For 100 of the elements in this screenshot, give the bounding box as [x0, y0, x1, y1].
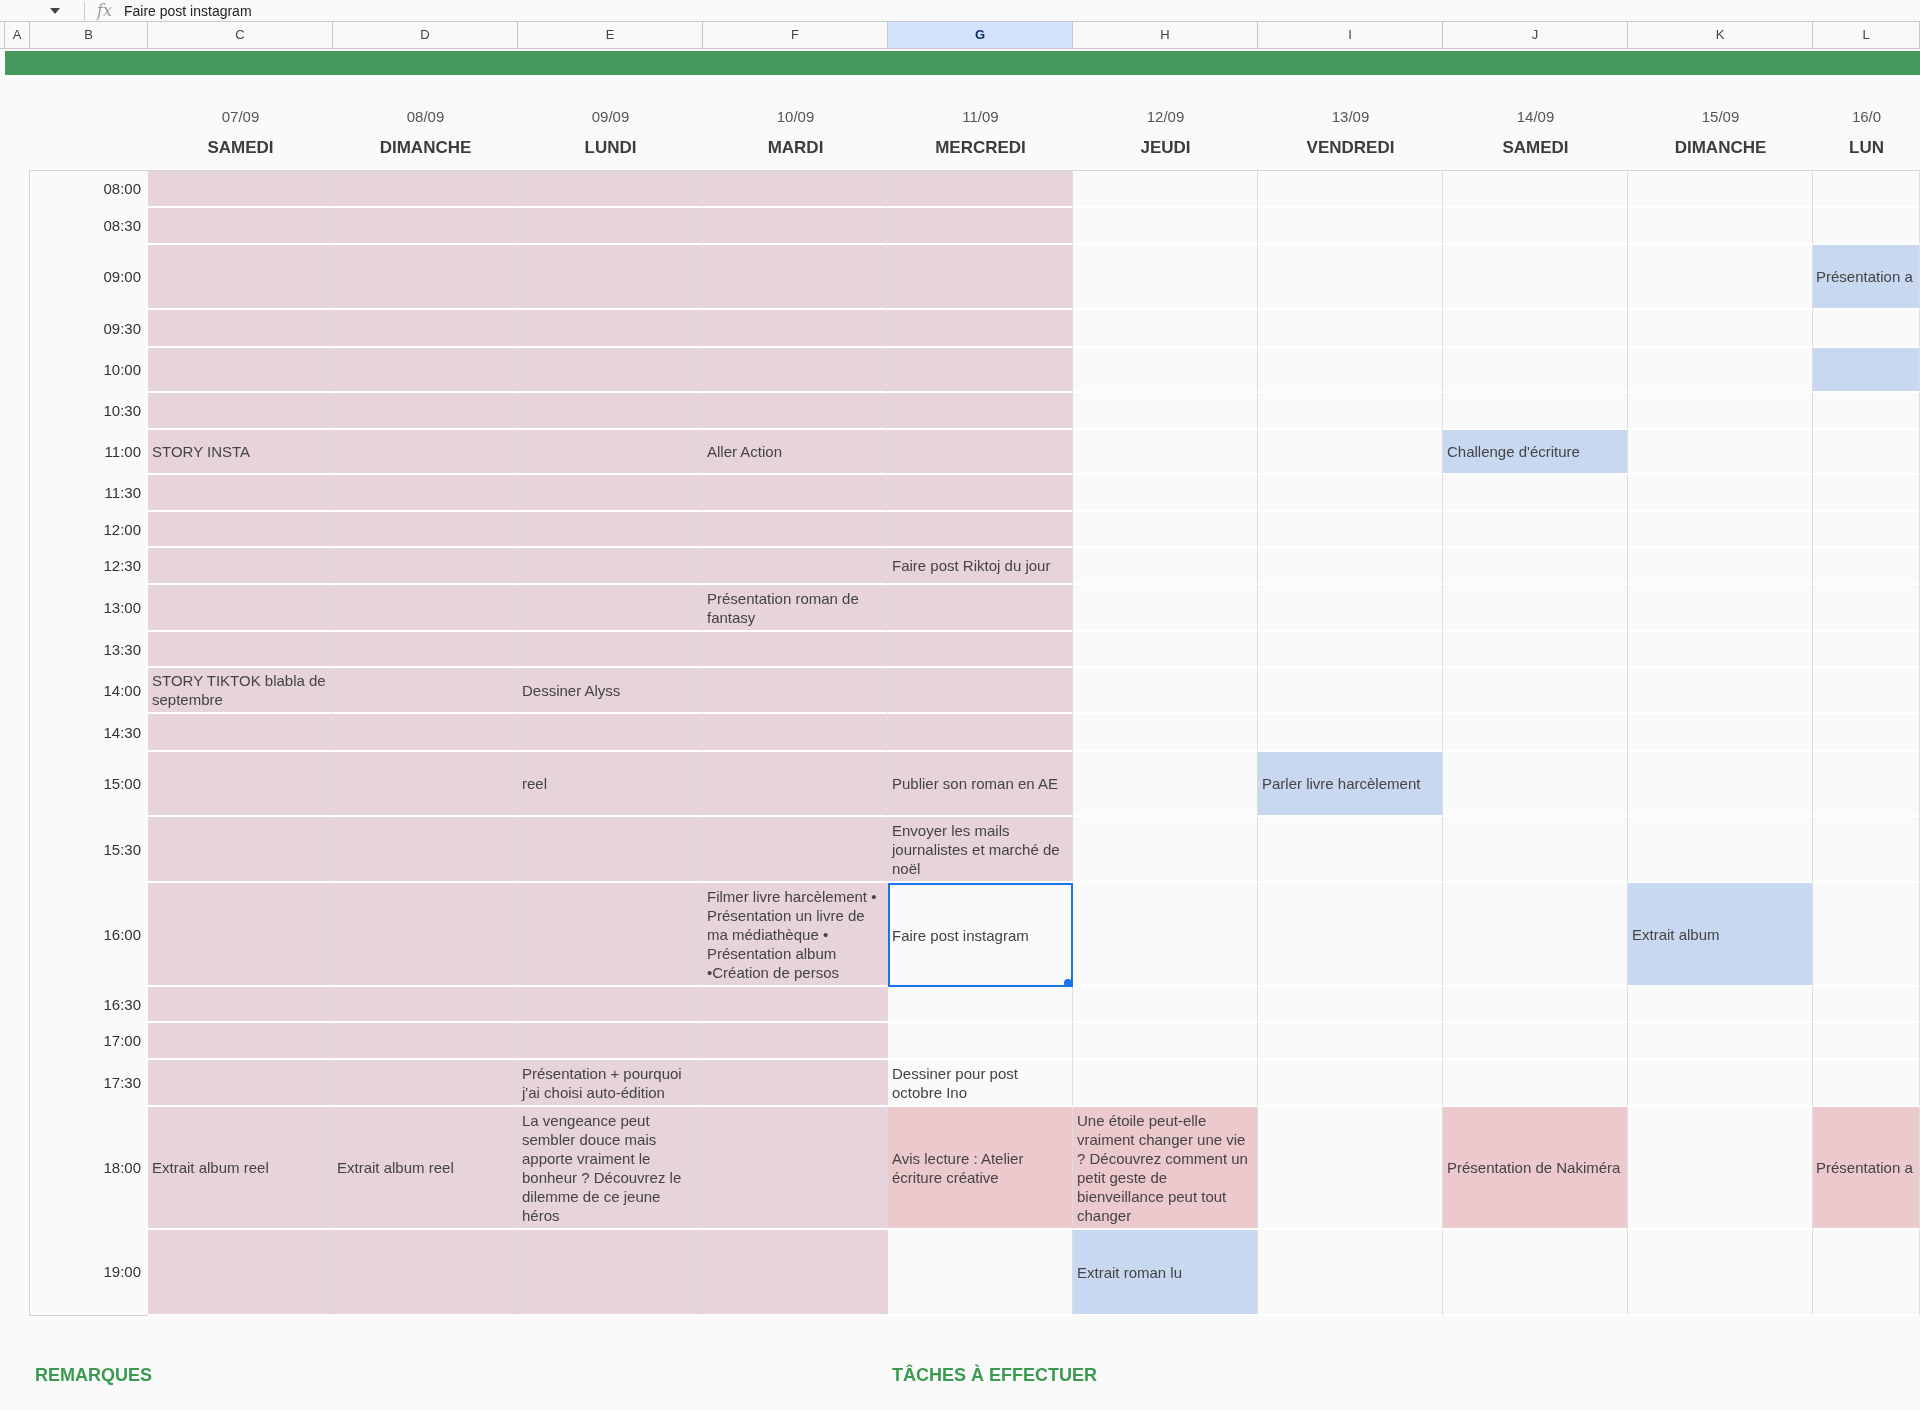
- spreadsheet-cell[interactable]: [1628, 310, 1813, 348]
- spreadsheet-cell[interactable]: La vengeance peut sembler douce mais apporte vraiment le bonheur ? Découvrez le dilemme de ce jeune héros: [518, 1107, 703, 1230]
- spreadsheet-cell[interactable]: [518, 475, 703, 512]
- spreadsheet-cell[interactable]: Filmer livre harcèlement • Présentation un livre de ma médiathèque • Présentation album •Création de persos: [703, 883, 888, 987]
- spreadsheet-cell[interactable]: Publier son roman en AE: [888, 752, 1073, 817]
- spreadsheet-cell[interactable]: [1258, 1023, 1443, 1060]
- column-header[interactable]: A: [5, 22, 30, 48]
- spreadsheet-cell[interactable]: [1628, 585, 1813, 632]
- spreadsheet-cell[interactable]: [1443, 668, 1628, 714]
- spreadsheet-cell[interactable]: [1628, 668, 1813, 714]
- spreadsheet-cell[interactable]: [1628, 393, 1813, 430]
- spreadsheet-cell[interactable]: [703, 1230, 888, 1316]
- spreadsheet-cell[interactable]: [888, 475, 1073, 512]
- spreadsheet-cell[interactable]: [1628, 1060, 1813, 1107]
- spreadsheet-cell[interactable]: [518, 883, 703, 987]
- spreadsheet-cell[interactable]: Une étoile peut-elle vraiment changer une vie ? Découvrez comment un petit geste de bienveillance peut tout changer: [1073, 1107, 1258, 1230]
- formula-field[interactable]: Faire post instagram: [123, 3, 252, 18]
- spreadsheet-cell[interactable]: [1813, 987, 1920, 1023]
- spreadsheet-cell[interactable]: [148, 548, 333, 585]
- spreadsheet-cell[interactable]: Présentation de Nakiméra: [1443, 1107, 1628, 1230]
- spreadsheet-cell[interactable]: [888, 310, 1073, 348]
- spreadsheet-cell[interactable]: [518, 208, 703, 245]
- spreadsheet-cell[interactable]: [1258, 548, 1443, 585]
- spreadsheet-cell[interactable]: [703, 393, 888, 430]
- spreadsheet-cell[interactable]: Avis lecture : Atelier écriture créative: [888, 1107, 1073, 1230]
- spreadsheet-cell[interactable]: [148, 348, 333, 393]
- spreadsheet-cell[interactable]: [1073, 817, 1258, 883]
- spreadsheet-cell[interactable]: [1258, 512, 1443, 548]
- spreadsheet-cell[interactable]: [1628, 208, 1813, 245]
- spreadsheet-cell[interactable]: [1628, 632, 1813, 668]
- spreadsheet-cell[interactable]: [333, 585, 518, 632]
- column-header[interactable]: B: [30, 22, 148, 48]
- spreadsheet-cell[interactable]: [518, 171, 703, 208]
- spreadsheet-cell[interactable]: [1073, 548, 1258, 585]
- spreadsheet-cell[interactable]: [703, 817, 888, 883]
- spreadsheet-cell[interactable]: [518, 817, 703, 883]
- spreadsheet-cell[interactable]: Présentation + pourquoi j'ai choisi auto-édition: [518, 1060, 703, 1107]
- spreadsheet-cell[interactable]: [1813, 548, 1920, 585]
- spreadsheet-cell[interactable]: [1258, 310, 1443, 348]
- spreadsheet-cell[interactable]: Extrait album: [1628, 883, 1813, 987]
- spreadsheet-cell[interactable]: [333, 245, 518, 310]
- spreadsheet-cell[interactable]: [1813, 348, 1920, 393]
- spreadsheet-cell[interactable]: [1073, 883, 1258, 987]
- column-header[interactable]: I: [1258, 22, 1443, 48]
- spreadsheet-cell[interactable]: [1258, 208, 1443, 245]
- spreadsheet-cell[interactable]: Faire post Riktoj du jour: [888, 548, 1073, 585]
- spreadsheet-cell[interactable]: [148, 752, 333, 817]
- spreadsheet-cell[interactable]: [1258, 817, 1443, 883]
- spreadsheet-cell[interactable]: [1443, 585, 1628, 632]
- spreadsheet-cell[interactable]: [1813, 668, 1920, 714]
- spreadsheet-cell[interactable]: [1443, 817, 1628, 883]
- spreadsheet-cell[interactable]: [333, 548, 518, 585]
- spreadsheet-cell[interactable]: [888, 512, 1073, 548]
- spreadsheet-cell[interactable]: [148, 987, 333, 1023]
- spreadsheet-cell[interactable]: [518, 310, 703, 348]
- spreadsheet-cell[interactable]: Présentation roman de fantasy: [703, 585, 888, 632]
- spreadsheet-cell[interactable]: Présentation a: [1813, 1107, 1920, 1230]
- spreadsheet-cell[interactable]: [1073, 310, 1258, 348]
- spreadsheet-cell[interactable]: [1628, 548, 1813, 585]
- spreadsheet-cell[interactable]: [333, 1023, 518, 1060]
- column-header[interactable]: L: [1813, 22, 1920, 48]
- spreadsheet-cell[interactable]: [888, 171, 1073, 208]
- spreadsheet-cell[interactable]: [1443, 1230, 1628, 1316]
- spreadsheet-cell[interactable]: [1443, 171, 1628, 208]
- fill-handle[interactable]: [1064, 979, 1072, 987]
- spreadsheet-cell[interactable]: [333, 987, 518, 1023]
- spreadsheet-cell[interactable]: [888, 987, 1073, 1023]
- spreadsheet-cell[interactable]: [703, 310, 888, 348]
- spreadsheet-cell[interactable]: [148, 208, 333, 245]
- spreadsheet-cell[interactable]: [518, 1230, 703, 1316]
- spreadsheet-cell[interactable]: [1073, 171, 1258, 208]
- spreadsheet-cell[interactable]: [1443, 987, 1628, 1023]
- spreadsheet-cell[interactable]: [148, 393, 333, 430]
- spreadsheet-cell[interactable]: [703, 171, 888, 208]
- spreadsheet-cell[interactable]: [148, 1023, 333, 1060]
- spreadsheet-cell[interactable]: [888, 714, 1073, 752]
- spreadsheet-cell[interactable]: [1073, 668, 1258, 714]
- spreadsheet-cell[interactable]: [888, 1023, 1073, 1060]
- spreadsheet-cell[interactable]: [333, 752, 518, 817]
- spreadsheet-cell[interactable]: [1813, 430, 1920, 475]
- spreadsheet-cell[interactable]: [888, 430, 1073, 475]
- spreadsheet-cell[interactable]: [333, 171, 518, 208]
- spreadsheet-cell[interactable]: [1258, 632, 1443, 668]
- spreadsheet-cell[interactable]: [1258, 987, 1443, 1023]
- spreadsheet-cell[interactable]: [703, 987, 888, 1023]
- spreadsheet-cell[interactable]: [703, 475, 888, 512]
- spreadsheet-cell[interactable]: STORY TIKTOK blabla de septembre: [148, 668, 333, 714]
- spreadsheet-cell[interactable]: [1258, 1060, 1443, 1107]
- spreadsheet-cell[interactable]: [518, 714, 703, 752]
- spreadsheet-cell[interactable]: [333, 1060, 518, 1107]
- spreadsheet-cell[interactable]: [1628, 475, 1813, 512]
- spreadsheet-cell[interactable]: [148, 632, 333, 668]
- spreadsheet-cell[interactable]: [1258, 393, 1443, 430]
- spreadsheet-cell[interactable]: [1073, 245, 1258, 310]
- spreadsheet-cell[interactable]: [1813, 585, 1920, 632]
- spreadsheet-cell[interactable]: [1258, 668, 1443, 714]
- spreadsheet-cell[interactable]: [148, 1060, 333, 1107]
- spreadsheet-cell[interactable]: [518, 632, 703, 668]
- spreadsheet-cell[interactable]: [1813, 393, 1920, 430]
- spreadsheet-cell[interactable]: [703, 714, 888, 752]
